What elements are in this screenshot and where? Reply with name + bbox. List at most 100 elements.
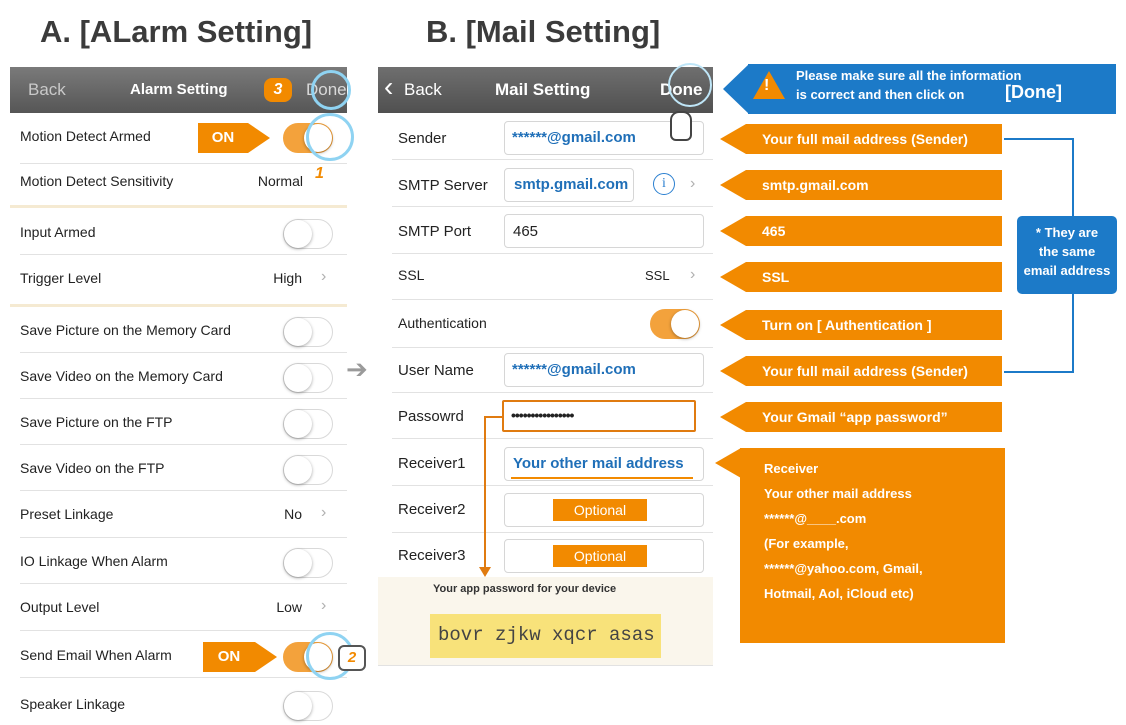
password-label: Passowrd: [398, 408, 464, 425]
same-address-note: * They are the same email address: [1017, 216, 1117, 294]
divider: [392, 159, 713, 160]
callout-tip: [720, 310, 746, 340]
mail-done-highlight-ring: [668, 63, 712, 107]
divider: [392, 347, 713, 348]
divider: [392, 485, 713, 486]
smtp-server-label: SMTP Server: [398, 177, 488, 194]
receiver-callout-line: Hotmail, Aol, iCloud etc): [764, 586, 914, 601]
hand-pointer-icon: [670, 111, 692, 141]
divider: [20, 444, 347, 445]
receiver3-field[interactable]: Optional: [504, 539, 704, 573]
divider: [392, 206, 713, 207]
app-password-caption: Your app password for your device: [433, 583, 617, 595]
callout-smtp-server: smtp.gmail.com: [746, 170, 1002, 200]
banner-line-1: Please make sure all the information: [796, 68, 1022, 83]
authentication-toggle[interactable]: [650, 309, 700, 339]
on-tag-arrow-email: [255, 642, 277, 672]
sender-value: ******@gmail.com: [512, 129, 636, 146]
divider: [392, 438, 713, 439]
callout-password: Your Gmail “app password”: [746, 402, 1002, 432]
alarm-back-button[interactable]: Back: [28, 80, 66, 100]
smtp-port-field[interactable]: 465: [504, 214, 704, 248]
alarm-row-value[interactable]: No: [284, 506, 302, 522]
callout-tip: [715, 448, 741, 478]
same-note-line: * They are: [1035, 225, 1099, 240]
toggle-knob: [284, 549, 312, 577]
on-tag-arrow-motion: [248, 123, 270, 153]
receiver2-optional-tag: Optional: [553, 499, 647, 521]
back-chevron-icon[interactable]: ‹: [384, 73, 393, 101]
done-highlight-ring: [311, 70, 351, 110]
group-separator: [10, 205, 347, 208]
divider: [20, 352, 347, 353]
toggle-knob: [284, 692, 312, 720]
alarm-row-toggle[interactable]: [283, 409, 333, 439]
chevron-right-icon[interactable]: ›: [321, 597, 326, 615]
alarm-row-label: Motion Detect Armed: [20, 128, 151, 144]
callout-user-name: Your full mail address (Sender): [746, 356, 1002, 386]
alarm-row-label: Preset Linkage: [20, 506, 114, 522]
receiver-callout-line: ******@____.com: [764, 511, 867, 526]
mail-setting-screen: ‹ Back Mail Setting Done Sender ******@g…: [378, 63, 713, 666]
divider: [20, 583, 347, 584]
ssl-label: SSL: [398, 267, 425, 283]
receiver2-field[interactable]: Optional: [504, 493, 704, 527]
alarm-row-toggle[interactable]: [283, 691, 333, 721]
receiver2-label: Receiver2: [398, 501, 466, 518]
password-field[interactable]: ••••••••••••••••: [502, 400, 696, 432]
divider: [20, 163, 347, 164]
receiver-callout-line: ******@yahoo.com, Gmail,: [764, 561, 923, 576]
alarm-row-label: Trigger Level: [20, 270, 102, 286]
password-value: ••••••••••••••••: [511, 407, 574, 423]
smtp-server-value: smtp.gmail.com: [514, 176, 629, 193]
callout-ssl: SSL: [746, 262, 1002, 292]
app-password-area: Your app password for your device bovr z…: [378, 577, 713, 665]
alarm-row-value[interactable]: Normal: [258, 173, 303, 189]
divider: [392, 532, 713, 533]
smtp-port-value: 465: [513, 223, 539, 240]
callout-tip: [720, 124, 746, 154]
alarm-row-toggle[interactable]: [283, 363, 333, 393]
divider: [20, 254, 347, 255]
alarm-row-toggle[interactable]: [283, 317, 333, 347]
step-1-label: 1: [315, 165, 324, 182]
divider: [20, 398, 347, 399]
callout-smtp-port: 465: [746, 216, 1002, 246]
divider: [392, 253, 713, 254]
smtp-chevron-icon[interactable]: ›: [690, 175, 695, 193]
alarm-row-toggle[interactable]: [283, 548, 333, 578]
alarm-row-toggle[interactable]: [283, 455, 333, 485]
divider: [20, 630, 347, 631]
user-name-field[interactable]: ******@gmail.com: [504, 353, 704, 387]
alarm-row-label: IO Linkage When Alarm: [20, 553, 168, 569]
chevron-right-icon[interactable]: ›: [321, 504, 326, 522]
on-tag-motion: ON: [198, 123, 248, 153]
toggle-knob: [284, 410, 312, 438]
alarm-row-label: Save Video on the Memory Card: [20, 368, 223, 384]
alarm-row-value[interactable]: Low: [276, 599, 302, 615]
alarm-setting-screen: Back Alarm Setting Done 3 Motion Detect …: [10, 67, 366, 725]
on-tag-email: ON: [203, 642, 255, 672]
smtp-server-field[interactable]: smtp.gmail.com: [504, 168, 634, 202]
divider: [20, 490, 347, 491]
alarm-row-label: Input Armed: [20, 224, 96, 240]
receiver-callout-line: Your other mail address: [764, 486, 912, 501]
callout-authentication: Turn on [ Authentication ]: [746, 310, 1002, 340]
mail-back-button[interactable]: Back: [404, 80, 442, 100]
receiver-callout-line: Receiver: [764, 461, 819, 476]
password-connector-arrowhead: [479, 567, 491, 577]
mail-nav-title: Mail Setting: [495, 80, 591, 99]
receiver1-field[interactable]: Your other mail address: [504, 447, 704, 481]
receiver3-label: Receiver3: [398, 547, 466, 564]
step-2-label: 2: [338, 645, 366, 671]
ssl-chevron-icon[interactable]: ›: [690, 266, 695, 284]
chevron-right-icon[interactable]: ›: [321, 268, 326, 286]
callout-tip: [720, 402, 746, 432]
alarm-row-value[interactable]: High: [273, 270, 302, 286]
info-icon[interactable]: i: [653, 173, 675, 195]
alarm-row-toggle[interactable]: [283, 219, 333, 249]
smtp-port-label: SMTP Port: [398, 223, 472, 240]
alarm-setting-heading: A. [ALarm Setting]: [40, 14, 313, 49]
user-name-value: ******@gmail.com: [512, 361, 636, 378]
ssl-value[interactable]: SSL: [645, 268, 670, 283]
